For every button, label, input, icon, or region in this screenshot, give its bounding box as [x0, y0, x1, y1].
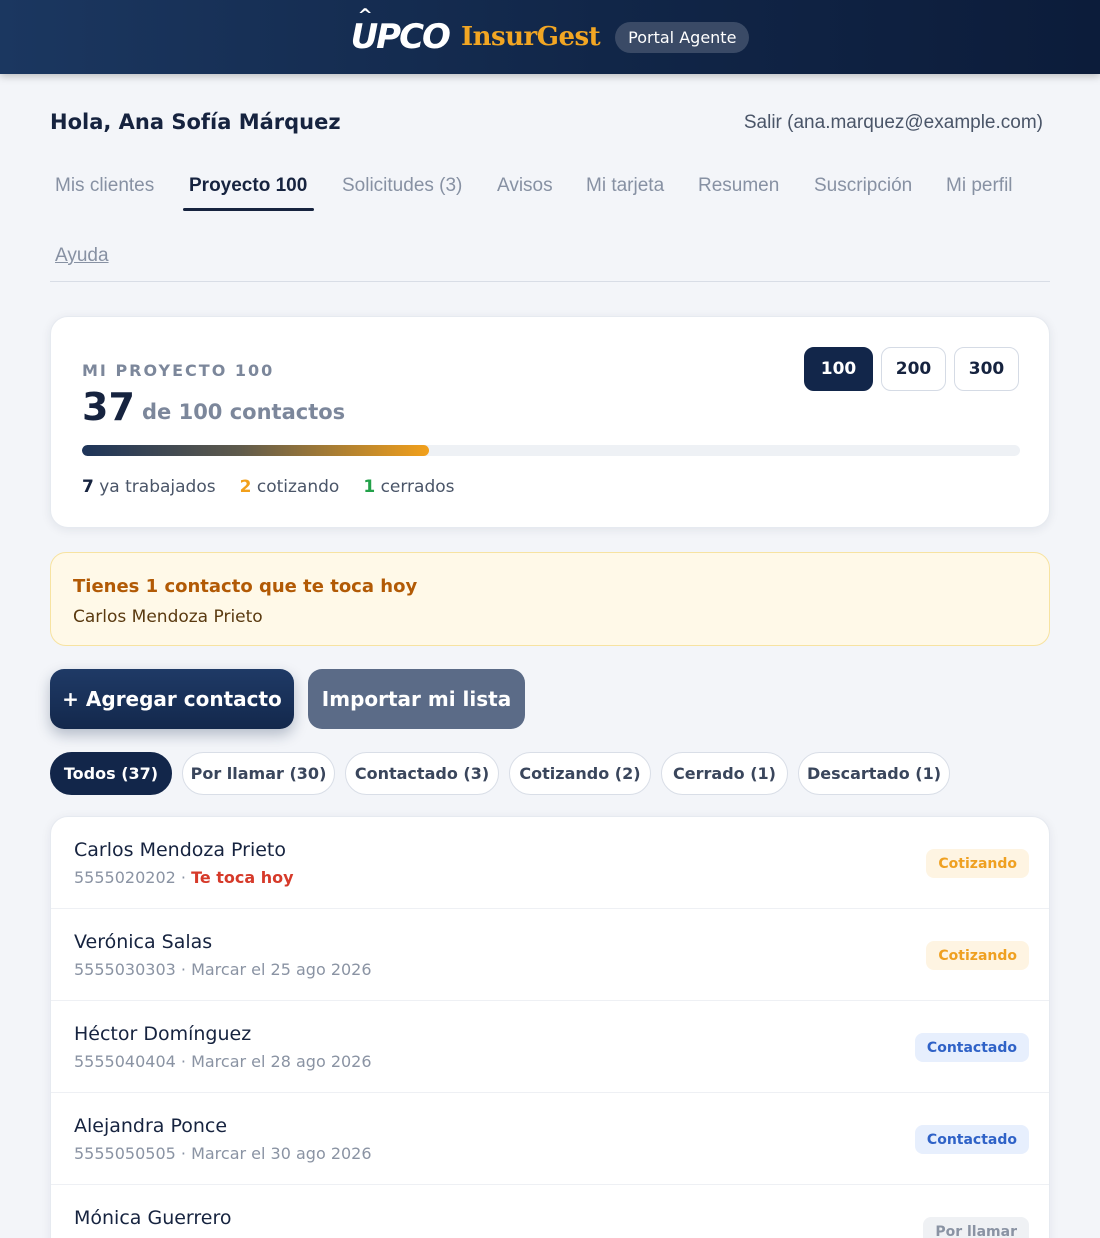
filter-cotizando[interactable]: Cotizando (2)	[509, 752, 651, 795]
filter-por-llamar[interactable]: Por llamar (30)	[182, 752, 335, 795]
status-badge: Cotizando	[926, 941, 1029, 970]
nav-suscripcion[interactable]: Suscripción	[814, 175, 912, 197]
project-kicker: MI PROYECTO 100	[82, 361, 275, 380]
nav-mi-perfil[interactable]: Mi perfil	[946, 175, 1013, 197]
contact-name: Verónica Salas	[74, 931, 213, 953]
status-badge: Por llamar	[923, 1217, 1029, 1238]
status-badge: Cotizando	[926, 849, 1029, 878]
alert-title: Tienes 1 contacto que te toca hoy	[73, 576, 418, 597]
nav-mi-tarjeta[interactable]: Mi tarjeta	[586, 175, 664, 197]
active-tab-indicator	[183, 208, 314, 211]
nav-divider	[50, 281, 1050, 282]
contact-name: Carlos Mendoza Prieto	[74, 839, 287, 861]
status-badge: Contactado	[914, 1125, 1029, 1154]
contact-row[interactable]: Mónica Guerrero Por llamar	[51, 1185, 1049, 1238]
nav-ayuda[interactable]: Ayuda	[55, 245, 109, 267]
user-greeting: Hola, Ana Sofía Márquez	[50, 110, 341, 134]
add-contact-button[interactable]: + Agregar contacto	[50, 669, 294, 729]
contact-name: Mónica Guerrero	[74, 1207, 232, 1229]
project-goal-text: de 100 contactos	[142, 400, 346, 424]
target-100-button[interactable]: 100	[804, 347, 873, 391]
project-progress-bar	[82, 445, 1020, 456]
top-bar: ^ UPCO InsurGest Portal Agente	[0, 0, 1100, 74]
nav-mis-clientes[interactable]: Mis clientes	[55, 175, 154, 197]
nav-solicitudes[interactable]: Solicitudes (3)	[342, 175, 462, 197]
contact-row[interactable]: Héctor Domínguez 5555040404 · Marcar el …	[51, 1001, 1049, 1093]
target-selector: 100 200 300	[804, 347, 1019, 391]
project-card: MI PROYECTO 100 37 de 100 contactos 100 …	[50, 316, 1050, 528]
contact-name: Héctor Domínguez	[74, 1023, 252, 1045]
alert-contact-name: Carlos Mendoza Prieto	[73, 607, 263, 627]
contact-details: 5555030303 · Marcar el 25 ago 2026	[74, 960, 372, 979]
filter-contactado[interactable]: Contactado (3)	[345, 752, 499, 795]
contact-details: 5555040404 · Marcar el 28 ago 2026	[74, 1052, 372, 1071]
project-progress-fill	[82, 445, 430, 456]
upco-logo: ^ UPCO	[350, 5, 451, 57]
insurgest-logo: InsurGest	[460, 22, 601, 52]
target-300-button[interactable]: 300	[954, 347, 1019, 391]
brand[interactable]: ^ UPCO InsurGest Portal Agente	[350, 5, 750, 57]
project-count: 37	[82, 385, 135, 429]
filter-cerrado[interactable]: Cerrado (1)	[661, 752, 788, 795]
stat-trabajados: 7 ya trabajados	[82, 477, 216, 497]
contact-row[interactable]: Carlos Mendoza Prieto 5555020202 · Te to…	[51, 817, 1049, 909]
contact-list: Carlos Mendoza Prieto 5555020202 · Te to…	[50, 816, 1050, 1238]
stat-cerrados: 1 cerrados	[363, 477, 455, 497]
nav-avisos[interactable]: Avisos	[497, 175, 553, 197]
status-badge: Contactado	[914, 1033, 1029, 1062]
portal-badge: Portal Agente	[615, 21, 750, 53]
contact-row[interactable]: Alejandra Ponce 5555050505 · Marcar el 3…	[51, 1093, 1049, 1185]
contact-details: 5555050505 · Marcar el 30 ago 2026	[74, 1144, 372, 1163]
today-alert[interactable]: Tienes 1 contacto que te toca hoy Carlos…	[50, 552, 1050, 646]
project-stats: 7 ya trabajados 2 cotizando 1 cerrados	[82, 477, 455, 497]
filter-descartado[interactable]: Descartado (1)	[798, 752, 950, 795]
import-list-button[interactable]: Importar mi lista	[308, 669, 525, 729]
nav-resumen[interactable]: Resumen	[698, 175, 779, 197]
contact-row[interactable]: Verónica Salas 5555030303 · Marcar el 25…	[51, 909, 1049, 1001]
stat-cotizando: 2 cotizando	[239, 477, 340, 497]
logout-link[interactable]: Salir (ana.marquez@example.com)	[744, 112, 1043, 134]
nav-proyecto-100[interactable]: Proyecto 100	[189, 175, 307, 197]
contact-details: 5555020202 · Te toca hoy	[74, 868, 294, 887]
contact-name: Alejandra Ponce	[74, 1115, 228, 1137]
target-200-button[interactable]: 200	[881, 347, 946, 391]
filter-todos[interactable]: Todos (37)	[50, 752, 172, 795]
